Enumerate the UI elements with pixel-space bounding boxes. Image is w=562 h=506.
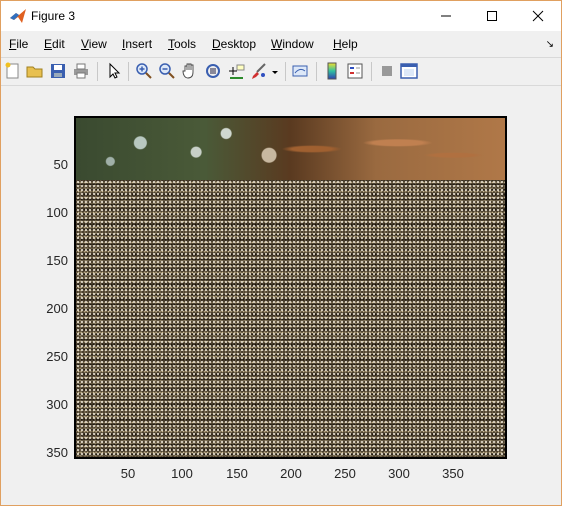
image-noise-region: [76, 180, 505, 457]
link-plot-icon[interactable]: [291, 62, 309, 80]
menu-view[interactable]: View: [81, 37, 107, 51]
close-icon: [532, 10, 544, 22]
toolbar-separator: [128, 62, 129, 81]
menu-help[interactable]: Help: [333, 37, 358, 51]
maximize-button[interactable]: [469, 1, 515, 31]
y-tick-label: 300: [46, 397, 68, 412]
y-tick-label: 150: [46, 253, 68, 268]
colorbar-icon[interactable]: [323, 62, 341, 80]
x-tick-label: 300: [388, 466, 410, 481]
legend-icon[interactable]: [346, 62, 364, 80]
x-tick-label: 350: [442, 466, 464, 481]
zoom-in-icon[interactable]: [135, 62, 153, 80]
menu-bar: File Edit View Insert Tools Desktop Wind…: [1, 35, 561, 55]
zoom-out-icon[interactable]: [158, 62, 176, 80]
minimize-icon: [441, 15, 451, 17]
x-tick-label: 150: [226, 466, 248, 481]
y-tick-label: 100: [46, 205, 68, 220]
window-title: Figure 3: [31, 9, 76, 23]
toolbar-separator: [97, 62, 98, 81]
title-bar: Figure 3: [1, 1, 561, 31]
dock-arrow-icon[interactable]: ↘: [546, 39, 554, 50]
x-tick-label: 250: [334, 466, 356, 481]
brush-icon[interactable]: [250, 62, 268, 80]
new-figure-icon[interactable]: [4, 62, 22, 80]
brush-dropdown-icon[interactable]: [270, 62, 280, 80]
show-plot-tools-icon[interactable]: [400, 62, 418, 80]
minimize-button[interactable]: [423, 1, 469, 31]
menu-desktop[interactable]: Desktop: [212, 37, 256, 51]
toolbar-separator: [371, 62, 372, 81]
menu-insert[interactable]: Insert: [122, 37, 152, 51]
menu-file[interactable]: File: [9, 37, 28, 51]
x-tick-label: 200: [280, 466, 302, 481]
matlab-logo-icon: [10, 9, 26, 23]
close-button[interactable]: [515, 1, 561, 31]
maximize-icon: [487, 11, 497, 21]
x-tick-label: 100: [171, 466, 193, 481]
menu-edit[interactable]: Edit: [44, 37, 65, 51]
y-tick-label: 250: [46, 349, 68, 364]
x-tick-label: 50: [120, 466, 136, 481]
rotate-3d-icon[interactable]: [204, 62, 222, 80]
save-icon[interactable]: [49, 62, 67, 80]
pan-hand-icon[interactable]: [181, 62, 199, 80]
figure-toolbar: [1, 57, 561, 86]
y-tick-label: 50: [53, 157, 68, 172]
hide-plot-tools-icon[interactable]: [378, 62, 396, 80]
y-tick-label: 350: [46, 445, 68, 460]
image-content-top: [76, 118, 505, 180]
toolbar-separator: [316, 62, 317, 81]
data-cursor-icon[interactable]: [227, 62, 245, 80]
toolbar-separator: [285, 62, 286, 81]
open-file-icon[interactable]: [26, 62, 44, 80]
print-icon[interactable]: [72, 62, 90, 80]
menu-tools[interactable]: Tools: [168, 37, 196, 51]
menu-window[interactable]: Window: [271, 37, 314, 51]
select-arrow-icon[interactable]: [105, 62, 123, 80]
y-tick-label: 200: [46, 301, 68, 316]
image-axes[interactable]: [74, 116, 507, 459]
